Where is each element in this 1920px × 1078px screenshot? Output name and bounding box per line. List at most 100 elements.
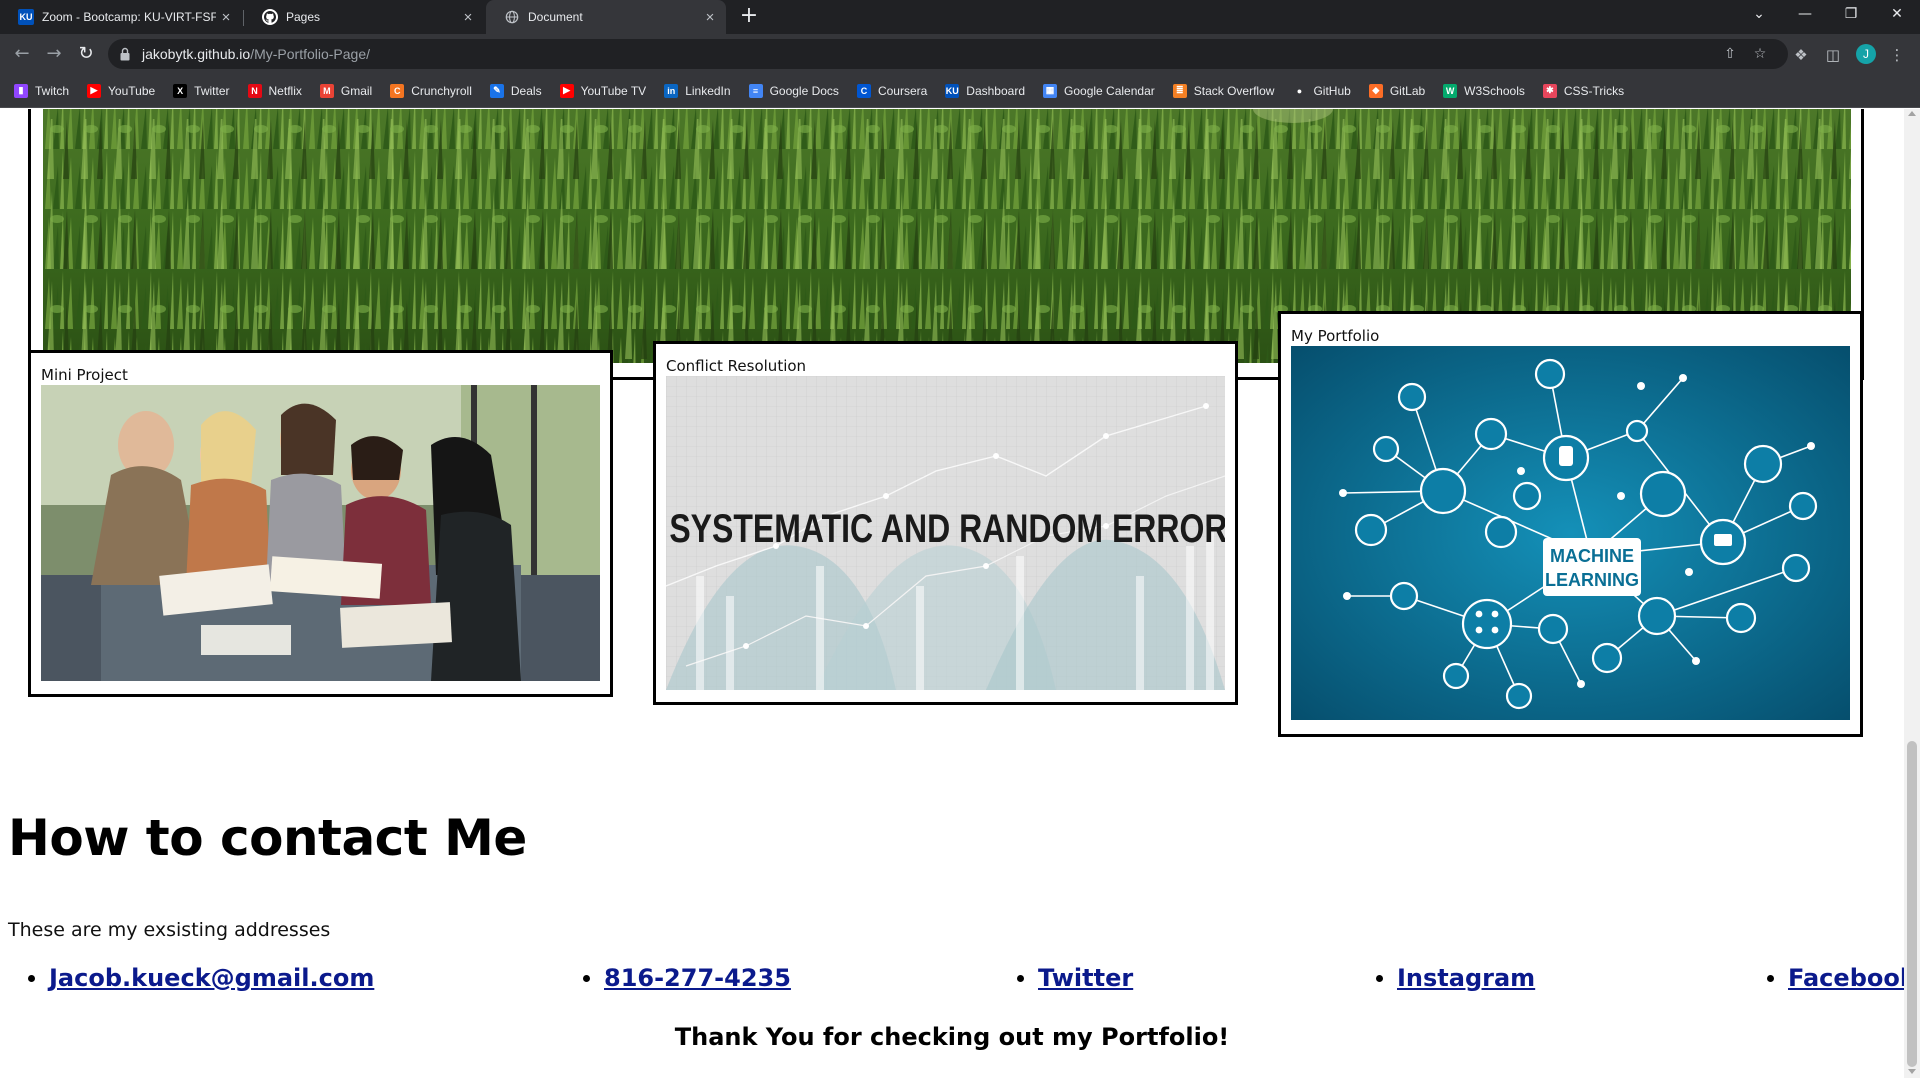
gitlab-icon: ◆ xyxy=(1368,83,1383,98)
minimize-button[interactable]: — xyxy=(1782,0,1828,30)
globe-icon xyxy=(504,9,520,25)
bookmark-dashboard[interactable]: KU Dashboard xyxy=(945,83,1026,98)
google-calendar-icon: ▦ xyxy=(1043,83,1058,98)
bookmark-label: Netflix xyxy=(268,83,302,98)
close-tab-icon[interactable]: × xyxy=(216,9,236,26)
youtube-icon: ▶ xyxy=(87,83,102,98)
profile-avatar[interactable]: J xyxy=(1856,44,1876,64)
bookmark-label: Twitch xyxy=(35,83,70,98)
instagram-link[interactable]: Instagram xyxy=(1397,964,1535,992)
bookmark-github[interactable]: ● GitHub xyxy=(1292,83,1351,98)
students-studying-photo[interactable] xyxy=(41,385,600,681)
bullet xyxy=(583,974,590,982)
systematic-random-error-graphic[interactable]: SYSTEMATIC AND RANDOM ERROR xyxy=(666,376,1225,690)
scroll-up-arrow-icon[interactable] xyxy=(1908,111,1916,116)
w3schools-icon: W xyxy=(1443,83,1458,98)
url-path: /My-Portfolio-Page/ xyxy=(250,46,371,62)
project-caption: Conflict Resolution xyxy=(666,357,807,375)
twitch-icon: ▮ xyxy=(14,83,28,98)
close-tab-icon[interactable]: × xyxy=(700,9,720,26)
project-caption: My Portfolio xyxy=(1291,327,1380,345)
facebook-link[interactable]: Facebook xyxy=(1788,964,1904,992)
netflix-icon: N xyxy=(247,83,262,98)
url-text[interactable]: jakobytk.github.io/My-Portfolio-Page/ xyxy=(142,46,370,62)
tab-title: Zoom - Bootcamp: KU-VIRT-FSF xyxy=(42,10,216,24)
bookmark-label: GitLab xyxy=(1389,83,1426,98)
email-link[interactable]: Jacob.kueck@gmail.com xyxy=(49,964,374,992)
crunchyroll-icon: C xyxy=(390,83,405,98)
bookmark-google-calendar[interactable]: ▦ Google Calendar xyxy=(1043,83,1155,98)
bookmark-twitter[interactable]: X Twitter xyxy=(173,83,230,98)
contact-list-item: 816-277-4235 xyxy=(583,964,791,992)
page-scrollbar[interactable] xyxy=(1904,109,1920,1078)
youtube-tv-icon: ▶ xyxy=(559,83,574,98)
google-docs-icon: ≡ xyxy=(748,83,763,98)
graphic-title-line-1: MACHINE xyxy=(1550,546,1634,566)
bookmark-coursera[interactable]: C Coursera xyxy=(856,83,927,98)
bookmark-gitlab[interactable]: ◆ GitLab xyxy=(1368,83,1426,98)
bookmark-label: GitHub xyxy=(1313,83,1351,98)
contact-list-item: Jacob.kueck@gmail.com xyxy=(28,964,374,992)
close-tab-icon[interactable]: × xyxy=(458,9,478,26)
thank-you-message: Thank You for checking out my Portfolio! xyxy=(674,1023,1230,1051)
tab-search-button[interactable]: ⌄ xyxy=(1736,0,1782,30)
tab-document[interactable]: Document × xyxy=(486,0,726,34)
machine-learning-network-graphic[interactable]: MACHINE LEARNING xyxy=(1291,346,1850,720)
bookmark-w3schools[interactable]: W W3Schools xyxy=(1443,83,1525,98)
coursera-icon: C xyxy=(856,83,871,98)
forward-icon[interactable]: → xyxy=(40,40,68,68)
project-card-my-portfolio[interactable]: My Portfolio MACHINE LEARNING xyxy=(1278,311,1863,737)
tab-zoom-bootcamp[interactable]: KU Zoom - Bootcamp: KU-VIRT-FSF × xyxy=(0,0,242,34)
bookmark-twitch[interactable]: ▮ Twitch xyxy=(14,83,70,98)
bookmark-label: W3Schools xyxy=(1464,83,1525,98)
bookmark-label: Gmail xyxy=(340,83,373,98)
new-tab-button[interactable]: + xyxy=(736,4,762,30)
ku-icon: KU xyxy=(945,83,960,98)
bookmark-crunchyroll[interactable]: C Crunchyroll xyxy=(390,83,472,98)
project-card-mini-project[interactable]: Mini Project xyxy=(28,350,613,697)
browser-toolbar: ← → ↻ jakobytk.github.io/My-Portfolio-Pa… xyxy=(0,34,1920,74)
css-tricks-icon: ✱ xyxy=(1542,83,1557,98)
scroll-down-arrow-icon[interactable] xyxy=(1908,1069,1916,1074)
bookmark-stack-overflow[interactable]: ≣ Stack Overflow xyxy=(1172,83,1274,98)
bullet xyxy=(1017,974,1024,982)
stackoverflow-icon: ≣ xyxy=(1172,83,1187,98)
close-window-button[interactable]: ✕ xyxy=(1874,0,1920,30)
bookmark-label: YouTube TV xyxy=(580,83,647,98)
phone-link[interactable]: 816-277-4235 xyxy=(604,964,791,992)
extensions-icon[interactable]: ❖ xyxy=(1790,44,1812,66)
bullet xyxy=(28,974,35,982)
side-panel-icon[interactable]: ◫ xyxy=(1822,44,1844,66)
bookmark-label: CSS-Tricks xyxy=(1563,83,1625,98)
bookmark-youtube[interactable]: ▶ YouTube xyxy=(87,83,156,98)
bookmark-label: YouTube xyxy=(108,83,156,98)
address-bar[interactable]: jakobytk.github.io/My-Portfolio-Page/ ⇧ … xyxy=(108,39,1788,69)
bookmark-gmail[interactable]: M Gmail xyxy=(319,83,373,98)
deals-icon: ✎ xyxy=(489,83,504,98)
url-host: jakobytk.github.io xyxy=(142,46,251,62)
back-icon[interactable]: ← xyxy=(8,40,36,68)
share-icon[interactable]: ⇧ xyxy=(1720,44,1740,64)
ku-icon: KU xyxy=(18,9,34,25)
github-icon: ● xyxy=(1296,85,1303,96)
bookmark-deals[interactable]: ✎ Deals xyxy=(489,83,542,98)
restore-button[interactable]: ❐ xyxy=(1828,0,1874,30)
bookmark-netflix[interactable]: N Netflix xyxy=(247,83,302,98)
graphic-title-line-2: LEARNING xyxy=(1545,570,1639,590)
twitter-link[interactable]: Twitter xyxy=(1038,964,1133,992)
menu-kebab-icon[interactable]: ⋮ xyxy=(1886,44,1908,66)
x-icon: X xyxy=(173,83,188,98)
contact-list-item: Facebook xyxy=(1767,964,1904,992)
bookmark-google-docs[interactable]: ≡ Google Docs xyxy=(748,83,839,98)
browser-tab-bar: KU Zoom - Bootcamp: KU-VIRT-FSF × Pages … xyxy=(0,0,1920,34)
bookmark-star-icon[interactable]: ☆ xyxy=(1750,44,1770,64)
lock-icon[interactable] xyxy=(120,47,130,61)
bookmark-linkedin[interactable]: in LinkedIn xyxy=(664,83,731,98)
project-card-conflict-resolution[interactable]: Conflict Resolution SYSTEMATIC AND RANDO… xyxy=(653,341,1238,705)
tab-pages[interactable]: Pages × xyxy=(244,0,484,34)
scroll-thumb[interactable] xyxy=(1907,741,1917,1067)
reload-icon[interactable]: ↻ xyxy=(72,40,100,68)
bookmark-css-tricks[interactable]: ✱ CSS-Tricks xyxy=(1542,83,1625,98)
bookmark-youtube-tv[interactable]: ▶ YouTube TV xyxy=(559,83,647,98)
bookmark-label: Dashboard xyxy=(966,83,1026,98)
